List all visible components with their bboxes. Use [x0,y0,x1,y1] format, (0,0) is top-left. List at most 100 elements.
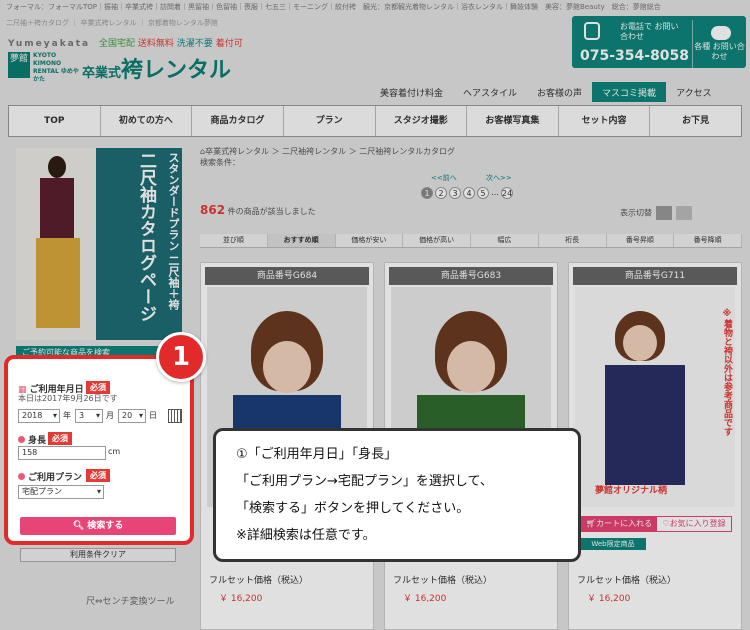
day-select[interactable]: 20 [118,409,146,423]
height-label: 身長 [18,433,46,446]
sort-num-asc[interactable]: 番号昇順 [607,234,675,247]
page-3[interactable]: 3 [449,187,461,199]
subnav-voice[interactable]: お客様の声 [527,82,592,102]
month-select[interactable]: 3 [75,409,103,423]
sort-bar: 並び順 おすすめ順 価格が安い 価格が高い 幅広 裄長 番号昇順 番号降順 [200,234,742,248]
clear-conditions-button[interactable]: 利用条件クリア [20,548,176,562]
unit-convert-link[interactable]: 尺⇔センチ変換ツール [86,594,175,607]
contact-box[interactable]: お電話で お問い合わせ 075-354-8058 各種 お問い合わせ [572,16,746,68]
calendar-icon[interactable] [168,409,182,423]
height-required-badge: 必須 [48,432,72,445]
nav-plan[interactable]: プラン [284,106,376,136]
today-note: 本日は2017年9月26日です [18,394,118,403]
sort-num-desc[interactable]: 番号降順 [674,234,742,247]
phone-label: お電話で お問い合わせ [620,22,679,41]
banner-text: スタンダードプラン 二尺袖＋袴 二尺袖カタログページ [102,152,182,340]
search-button[interactable]: 🔍︎ 検索する [20,517,176,535]
nav-photos[interactable]: お客様写真集 [467,106,559,136]
sort-sleeve[interactable]: 裄長 [539,234,607,247]
mail-contact[interactable]: 各種 お問い合わせ [692,20,746,68]
nav-studio[interactable]: スタジオ撮影 [376,106,468,136]
height-input[interactable]: 158 [18,446,106,460]
mail-label: 各種 お問い合わせ [694,42,745,61]
phone-icon [584,22,600,40]
subnav-beauty[interactable]: 美容着付け料金 [370,82,453,102]
model-face [447,341,495,393]
step-number-badge: 1 [156,332,206,382]
brand-row: Yumeyakata 全国宅配 送料無料 洗濯不要 着付可 [8,36,243,49]
page-24[interactable]: 24 [501,187,513,199]
sort-price-high[interactable]: 価格が高い [403,234,471,247]
phone-number[interactable]: 075-354-8058 [580,48,689,64]
fav-label: お気に入り登録 [669,519,726,528]
sort-price-low[interactable]: 価格が安い [336,234,404,247]
cart-label: カートに入れる [596,519,653,528]
sort-recommended[interactable]: おすすめ順 [267,234,336,247]
pager-prev[interactable]: <<前へ [431,173,457,183]
page-4[interactable]: 4 [463,187,475,199]
nav-preview[interactable]: お下見 [650,106,741,136]
model-kimono [605,365,685,485]
callout-line3: 「検索する」ボタンを押してください。 [236,501,470,516]
catalog-banner[interactable]: スタンダードプラン 二尺袖＋袴 二尺袖カタログページ [16,148,182,340]
breadcrumb-text[interactable]: 卒業式袴レンタル ＞ 二尺袖袴レンタル ＞ 二尺袖袴レンタルカタログ [205,147,455,156]
logo-en: KYOTO KIMONO RENTAL ゆめやかた [33,52,79,83]
sub-crumbs[interactable]: 二尺袖＋袴カタログ ｜ 卒業式袴レンタル ｜ 京都着物レンタル夢館 [6,18,218,28]
page-5[interactable]: 5 [477,187,489,199]
subnav-access[interactable]: アクセス [666,82,722,102]
page-2[interactable]: 2 [435,187,447,199]
top-crumbs[interactable]: フォーマル：フォーマルTOP｜振袖｜卒業式袴｜訪問着｜黒留袖｜色留袖｜喪服｜七五… [6,2,746,12]
product-title: 夢館オリジナル柄 [595,486,668,496]
product-code: 商品番号G683 [389,267,553,285]
year-select[interactable]: 2018 [18,409,60,423]
page-ellipsis: … [491,188,499,197]
product-image[interactable]: ※着物と袴以外は参考商品です 夢館オリジナル柄 [575,287,735,507]
nav-top[interactable]: TOP [9,106,101,136]
nav-catalog[interactable]: 商品カタログ [192,106,284,136]
sub-nav: 美容着付け料金 ヘアスタイル お客様の声 マスコミ掲載 アクセス [370,82,722,102]
page-1[interactable]: 1 [421,187,433,199]
brand-tag: Yumeyakata [8,39,91,49]
day-unit: 日 [149,411,157,420]
search-icon: 🔍︎ [72,521,85,531]
sort-width[interactable]: 幅広 [471,234,539,247]
plan-select[interactable]: 宅配プラン [18,485,104,499]
nav-first[interactable]: 初めての方へ [101,106,193,136]
callout-line4: ※詳細検索は任意です。 [236,528,376,543]
subnav-hair[interactable]: ヘアスタイル [453,82,527,102]
view-switch[interactable]: 表示切替 [620,206,692,220]
pager-next[interactable]: 次へ>> [486,173,512,183]
bullet-icon [18,473,25,480]
cart-icon: 🛒︎ [585,519,597,528]
price-label: フルセット価格（税込） [209,576,309,586]
model-face [263,341,311,393]
page: フォーマル：フォーマルTOP｜振袖｜卒業式袴｜訪問着｜黒留袖｜色留袖｜喪服｜七五… [0,0,750,630]
brand-point-3: 洗濯不要 [176,39,213,49]
add-to-cart-button[interactable]: 🛒︎カートに入れる [580,516,658,532]
chat-icon [711,26,731,40]
banner-line2: 二尺袖カタログページ [136,152,156,322]
subnav-media[interactable]: マスコミ掲載 [592,82,667,102]
price-label: フルセット価格（税込） [393,576,493,586]
favorite-button[interactable]: ♡お気に入り登録 [656,516,732,532]
list-view-icon[interactable] [676,206,692,220]
main-nav: TOP 初めての方へ 商品カタログ プラン スタジオ撮影 お客様写真集 セット内… [8,105,742,137]
breadcrumb: ⌂卒業式袴レンタル ＞ 二尺袖袴レンタル ＞ 二尺袖袴レンタルカタログ [200,146,455,157]
logo-mark[interactable]: 夢館 [8,52,30,78]
nav-set[interactable]: セット内容 [559,106,651,136]
bullet-icon [18,436,25,443]
month-unit: 月 [106,411,114,420]
model-face [623,325,657,361]
brand-point-1: 全国宅配 [99,39,136,49]
product-card[interactable]: 商品番号G711 ※着物と袴以外は参考商品です 夢館オリジナル柄 フルセット価格… [568,262,742,630]
product-code: 商品番号G684 [205,267,369,285]
instruction-callout: ①「ご利用年月日」「身長」 「ご利用プラン→宅配プラン」を選択して、 「検索する… [213,428,581,562]
plan-label: ご利用プラン [18,470,82,483]
grid-view-icon[interactable] [656,206,672,220]
result-suffix: 件の商品が該当しました [227,207,316,216]
plan-required-badge: 必須 [86,469,110,482]
pagination: 1 2 3 4 5 … 24 [421,187,513,199]
logo-title[interactable]: 卒業式袴レンタル [82,52,231,84]
price-value: ￥ 16,200 [403,594,447,604]
model-head [48,156,66,178]
